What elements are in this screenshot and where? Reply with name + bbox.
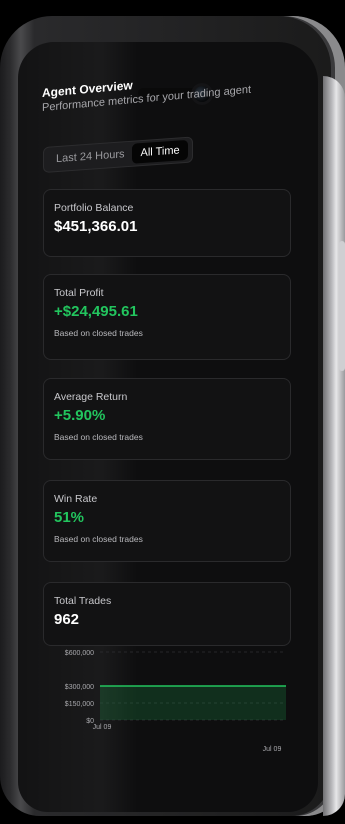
- chart-y-axis: $600,000$300,000$150,000$0: [65, 650, 94, 725]
- phone-side-button: [339, 241, 345, 371]
- range-toggle: Last 24 Hours All Time: [43, 136, 193, 173]
- card-note: Based on closed trades: [54, 534, 143, 544]
- card-label: Total Profit: [54, 287, 104, 299]
- card-value: 962: [54, 611, 80, 628]
- total-trades-card: Total Trades 962: [43, 582, 291, 646]
- chart-x-tick-label: Jul 09: [263, 746, 282, 753]
- card-value: +5.90%: [54, 407, 106, 424]
- range-option-all-time[interactable]: All Time: [132, 139, 188, 164]
- card-value: $451,366.01: [54, 218, 138, 235]
- card-note: Based on closed trades: [54, 328, 143, 338]
- chart-y-tick-label: $150,000: [65, 701, 94, 708]
- range-option-last-24-hours[interactable]: Last 24 Hours: [48, 144, 132, 170]
- card-label: Portfolio Balance: [54, 202, 134, 214]
- average-return-card: Average Return +5.90% Based on closed tr…: [43, 378, 291, 460]
- app-screen: Agent Overview Performance metrics for y…: [18, 42, 318, 812]
- chart-series: [100, 685, 286, 720]
- card-label: Average Return: [54, 391, 128, 403]
- card-note: Based on closed trades: [54, 432, 143, 442]
- card-label: Total Trades: [54, 595, 112, 607]
- card-value: +$24,495.61: [54, 303, 138, 320]
- balance-chart: $600,000$300,000$150,000$0 Jul 09Jul 09: [65, 650, 286, 753]
- total-profit-card: Total Profit +$24,495.61 Based on closed…: [43, 274, 291, 360]
- phone-mockup: Agent Overview Performance metrics for y…: [0, 0, 345, 824]
- portfolio-balance-card: Portfolio Balance $451,366.01: [43, 189, 291, 257]
- chart-y-tick-label: $600,000: [65, 650, 94, 657]
- phone-frame-edge: [323, 76, 345, 816]
- chart-x-tick-label: Jul 09: [93, 724, 112, 731]
- chart-y-tick-label: $300,000: [65, 684, 94, 691]
- win-rate-card: Win Rate 51% Based on closed trades: [43, 480, 291, 562]
- chart-area: [100, 686, 286, 720]
- phone-body: Agent Overview Performance metrics for y…: [0, 16, 345, 816]
- card-value: 51%: [54, 509, 85, 526]
- chart-x-axis: Jul 09 Jul 09: [93, 724, 282, 753]
- header: Agent Overview Performance metrics for y…: [42, 78, 294, 114]
- card-label: Win Rate: [54, 493, 98, 505]
